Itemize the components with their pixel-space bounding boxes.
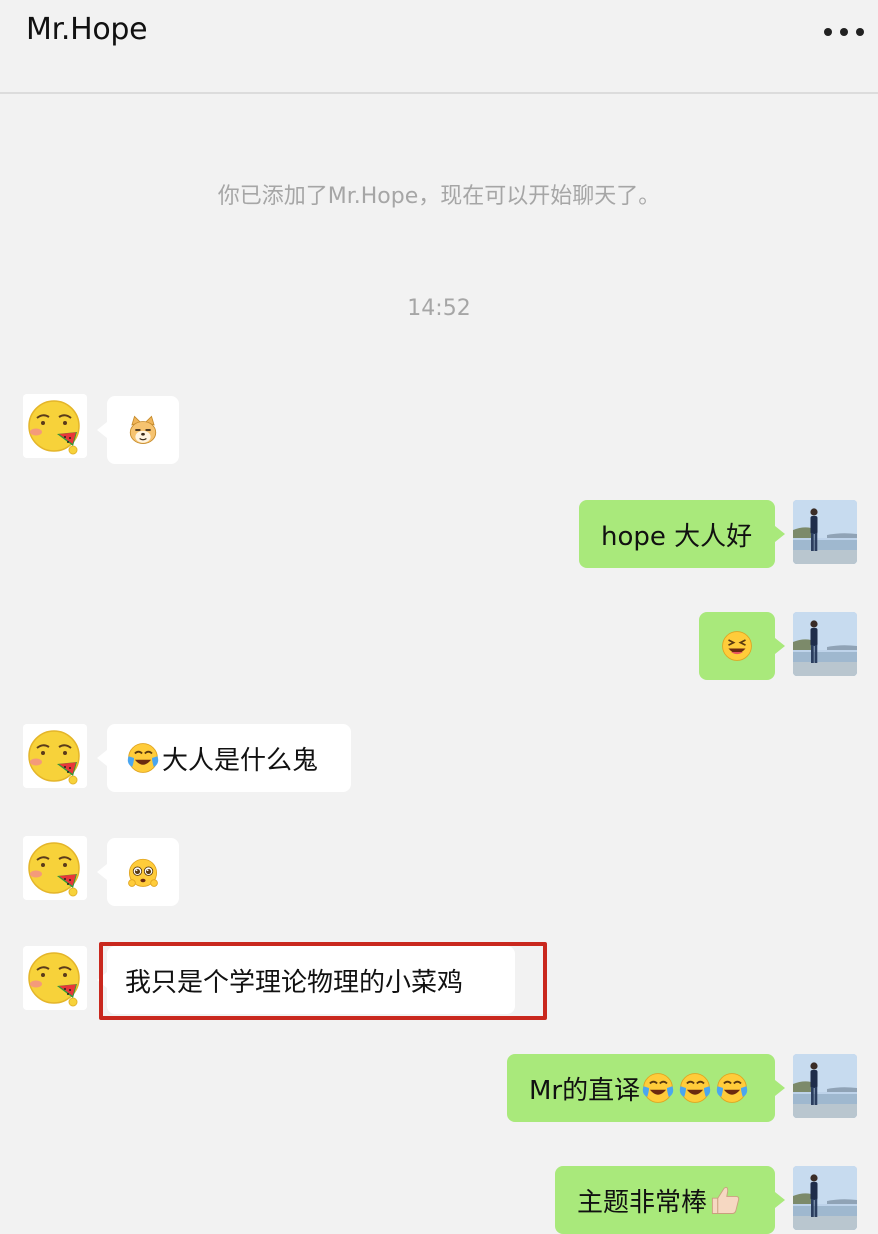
contact-avatar[interactable] <box>23 836 87 900</box>
incoming-message-bubble[interactable] <box>97 396 179 464</box>
my-avatar[interactable] <box>793 612 857 676</box>
contact-avatar[interactable] <box>23 724 87 788</box>
crying-laughing-emoji-icon <box>125 740 161 776</box>
incoming-message-bubble[interactable] <box>97 838 179 906</box>
crying-laughing-emoji-icon <box>714 1070 750 1106</box>
message-text: 主题非常棒 <box>577 1187 708 1218</box>
more-dot <box>856 28 864 36</box>
more-dot <box>824 28 832 36</box>
my-avatar[interactable] <box>793 1166 857 1230</box>
contact-avatar[interactable] <box>23 946 87 1010</box>
chat-header: Mr.Hope <box>0 0 878 94</box>
highlight-box <box>99 942 547 1020</box>
pleading-emoji-icon <box>126 855 160 889</box>
my-avatar[interactable] <box>793 1054 857 1118</box>
my-avatar[interactable] <box>793 500 857 564</box>
incoming-message-bubble[interactable]: 大人是什么鬼 <box>97 724 351 792</box>
thumbs-up-emoji-icon <box>707 1182 743 1218</box>
crying-laughing-emoji-icon <box>677 1070 713 1106</box>
crying-laughing-emoji-icon <box>640 1070 676 1106</box>
chat-title: Mr.Hope <box>26 12 148 47</box>
message-timestamp: 14:52 <box>407 296 471 321</box>
outgoing-message-bubble[interactable]: Mr的直译 <box>507 1054 785 1122</box>
outgoing-message-bubble[interactable] <box>699 612 785 680</box>
more-dot <box>840 28 848 36</box>
message-text: hope 大人好 <box>601 521 753 552</box>
message-text: 大人是什么鬼 <box>162 745 319 776</box>
contact-avatar[interactable] <box>23 394 87 458</box>
laughing-squint-emoji-icon <box>720 629 754 663</box>
outgoing-message-bubble[interactable]: 主题非常棒 <box>555 1166 785 1234</box>
doge-emoji-icon <box>126 413 160 447</box>
outgoing-message-bubble[interactable]: hope 大人好 <box>579 500 785 568</box>
message-text: Mr的直译 <box>529 1075 641 1106</box>
added-notice: 你已添加了Mr.Hope，现在可以开始聊天了。 <box>217 184 661 209</box>
more-dots-icon[interactable] <box>824 22 864 42</box>
